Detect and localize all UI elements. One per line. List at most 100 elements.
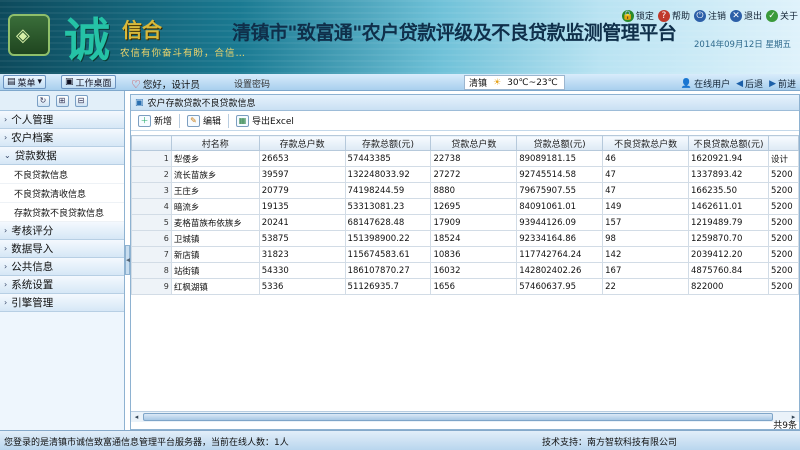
nav-group-label: 公共信息 bbox=[11, 261, 54, 273]
table-row[interactable]: 5 麦格苗族布依族乡 20241 68147628.48 17909 93944126.0… bbox=[131, 214, 799, 231]
refresh-button[interactable]: ↻ bbox=[36, 94, 50, 107]
sidebar-tools: ↻ ⊞ ⊟ bbox=[0, 91, 124, 111]
menu-label: 菜单 bbox=[17, 78, 36, 89]
table-cell: 46 bbox=[602, 150, 690, 167]
table-cell: 5200 bbox=[767, 198, 799, 215]
chevron-right-icon: › bbox=[4, 226, 8, 235]
table-row[interactable]: 6 卫城镇 53875 151398900.22 18524 92334164.86 98 1… bbox=[131, 230, 799, 247]
data-grid: 村名称 存款总户数 存款总额(元) 贷款总户数 贷款总额(元) 不良贷款总户数 … bbox=[131, 135, 799, 411]
table-cell: 20241 bbox=[258, 214, 346, 231]
table-cell: 53313081.23 bbox=[344, 198, 432, 215]
column-header[interactable] bbox=[767, 135, 799, 151]
table-row[interactable]: 3 王庄乡 20779 74198244.59 8880 79675907.55 47 166… bbox=[131, 182, 799, 199]
table-cell: 犁倭乡 bbox=[170, 150, 260, 167]
table-cell: 92334164.86 bbox=[516, 230, 604, 247]
user-icon: 👤 bbox=[680, 78, 693, 89]
table-cell: 2039412.20 bbox=[688, 246, 769, 263]
table-cell: 53875 bbox=[258, 230, 346, 247]
table-cell: 142 bbox=[602, 246, 690, 263]
edit-label: 编辑 bbox=[203, 117, 222, 127]
nav-group-loan-data[interactable]: ⌄ 贷款数据 bbox=[0, 147, 124, 165]
column-header[interactable]: 贷款总额(元) bbox=[516, 135, 604, 151]
nav-group-personal[interactable]: › 个人管理 bbox=[0, 111, 124, 129]
table-cell: 1337893.42 bbox=[688, 166, 769, 183]
nav-group-label: 系统设置 bbox=[11, 279, 54, 291]
nav-group-data-import[interactable]: › 数据导入 bbox=[0, 240, 124, 258]
help-label: 帮助 bbox=[671, 12, 690, 22]
menu-button[interactable]: ▤ 菜单 ▾ bbox=[3, 75, 47, 89]
table-row[interactable]: 2 流长苗族乡 39597 132248033.92 27272 92745514.58 4… bbox=[131, 166, 799, 183]
table-body: 1 犁倭乡 26653 57443385 22738 89089181.15 46 16209… bbox=[131, 150, 799, 295]
table-cell: 57460637.95 bbox=[516, 278, 604, 295]
nav-group-label: 引擎管理 bbox=[11, 297, 54, 309]
table-cell: 92745514.58 bbox=[516, 166, 604, 183]
table-cell: 31823 bbox=[258, 246, 346, 263]
data-table: 村名称 存款总户数 存款总额(元) 贷款总户数 贷款总额(元) 不良贷款总户数 … bbox=[131, 135, 799, 295]
chevron-right-icon: › bbox=[4, 115, 8, 124]
column-header[interactable]: 存款总额(元) bbox=[344, 135, 432, 151]
forward-link[interactable]: ▶ 前进 bbox=[769, 77, 796, 91]
sidebar: ↻ ⊞ ⊟ › 个人管理 › 农户档案 ⌄ 贷款数据 不良贷款信息 不良贷款清收信息 … bbox=[0, 91, 125, 430]
nav-group-assessment[interactable]: › 考核评分 bbox=[0, 222, 124, 240]
table-cell: 5200 bbox=[767, 246, 799, 263]
horizontal-scrollbar[interactable]: ◂ ▸ bbox=[131, 411, 799, 422]
nav-item-bad-loan-info[interactable]: 不良贷款信息 bbox=[0, 165, 124, 184]
edit-button[interactable]: ✎ 编辑 bbox=[184, 113, 224, 128]
nav-group-farmer-files[interactable]: › 农户档案 bbox=[0, 129, 124, 147]
expand-all-button[interactable]: ⊞ bbox=[55, 94, 69, 107]
table-cell: 流长苗族乡 bbox=[170, 166, 260, 183]
table-row[interactable]: 8 站街镇 54330 186107870.27 16032 142802402.26 16… bbox=[131, 262, 799, 279]
nav-group-public-info[interactable]: › 公共信息 bbox=[0, 258, 124, 276]
brand-name: 信合 bbox=[122, 18, 162, 42]
table-row[interactable]: 7 新店镇 31823 115674583.61 10836 117742764.24 14… bbox=[131, 246, 799, 263]
lock-label: 锁定 bbox=[635, 12, 654, 22]
desktop-button[interactable]: ▣ 工作桌面 bbox=[61, 75, 116, 89]
logout-label: 注销 bbox=[707, 12, 726, 22]
export-excel-button[interactable]: ▦ 导出Excel bbox=[233, 113, 297, 128]
table-cell: 98 bbox=[602, 230, 690, 247]
exit-link[interactable]: ✕ 退出 bbox=[729, 9, 762, 22]
column-header[interactable]: 村名称 bbox=[170, 135, 260, 151]
nav-group-label: 数据导入 bbox=[11, 243, 54, 255]
logout-link[interactable]: ⏻ 注销 bbox=[693, 9, 726, 22]
online-users-label: 在线用户 bbox=[694, 80, 731, 90]
back-link[interactable]: ◀ 后退 bbox=[736, 77, 764, 91]
column-header[interactable]: 不良贷款总户数 bbox=[602, 135, 690, 151]
table-cell: 84091061.01 bbox=[516, 198, 604, 215]
weather-temp: 30℃~23℃ bbox=[507, 77, 558, 88]
table-cell: 8880 bbox=[430, 182, 518, 199]
table-cell: 57443385 bbox=[344, 150, 432, 167]
table-row[interactable]: 1 犁倭乡 26653 57443385 22738 89089181.15 46 16209… bbox=[131, 150, 799, 167]
row-number: 7 bbox=[131, 246, 172, 263]
column-header[interactable]: 存款总户数 bbox=[258, 135, 346, 151]
collapse-all-button[interactable]: ⊟ bbox=[74, 94, 88, 107]
table-cell: 5200 bbox=[767, 262, 799, 279]
change-password-link[interactable]: 设置密码 bbox=[234, 77, 270, 90]
about-link[interactable]: ✓ 关于 bbox=[765, 9, 798, 22]
toolbar-divider bbox=[179, 113, 181, 128]
table-row[interactable]: 4 暗流乡 19135 53313081.23 12695 84091061.01 149 1… bbox=[131, 198, 799, 215]
help-link[interactable]: ? 帮助 bbox=[657, 9, 690, 22]
nav-item-deposit-loan-bad-loan[interactable]: 存款贷款不良贷款信息 bbox=[0, 203, 124, 222]
window-icon: ▣ bbox=[135, 97, 144, 108]
exit-icon: ✕ bbox=[729, 9, 742, 22]
heart-icon: ♡ bbox=[131, 77, 141, 91]
column-header[interactable]: 贷款总户数 bbox=[430, 135, 518, 151]
row-number: 5 bbox=[131, 214, 172, 231]
brand-char: 诚 bbox=[64, 13, 110, 67]
panel-title: 农户存款贷款不良贷款信息 bbox=[147, 99, 256, 109]
online-users-link[interactable]: 👤 在线用户 bbox=[680, 77, 731, 91]
back-label: 后退 bbox=[745, 80, 764, 90]
column-header[interactable]: 不良贷款总额(元) bbox=[688, 135, 769, 151]
nav-group-system-settings[interactable]: › 系统设置 bbox=[0, 276, 124, 294]
table-cell: 47 bbox=[602, 182, 690, 199]
table-row[interactable]: 9 红枫湖镇 5336 51126935.7 1656 57460637.95 22 8220… bbox=[131, 278, 799, 295]
scroll-left-icon[interactable]: ◂ bbox=[131, 412, 142, 422]
add-icon: ＋ bbox=[138, 114, 151, 127]
add-button[interactable]: ＋新增 bbox=[135, 113, 175, 128]
table-cell: 117742764.24 bbox=[516, 246, 604, 263]
nav-group-engine[interactable]: › 引擎管理 bbox=[0, 294, 124, 312]
nav-item-bad-loan-recovery[interactable]: 不良贷款清收信息 bbox=[0, 184, 124, 203]
lock-link[interactable]: 🔒 锁定 bbox=[621, 9, 654, 22]
scrollbar-thumb[interactable] bbox=[143, 413, 773, 421]
